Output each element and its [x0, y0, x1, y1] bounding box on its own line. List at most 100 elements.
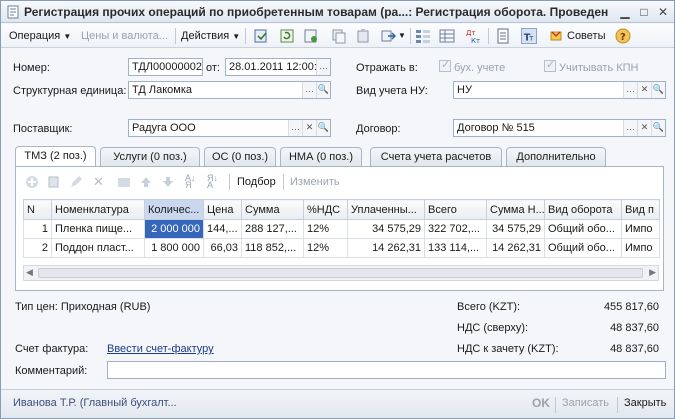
structure-icon[interactable] — [415, 28, 431, 44]
sort-desc-icon[interactable]: Я↓ А — [207, 174, 221, 190]
table-cell[interactable]: 2 000 000 — [144, 219, 204, 239]
table-cell[interactable]: Общий обо... — [544, 219, 622, 239]
number-field[interactable]: ТДЛ00000002 — [128, 58, 203, 76]
table-cell[interactable]: 14 262,31 — [486, 238, 545, 258]
table-cell[interactable]: Пленка пище... — [51, 219, 145, 239]
tab-intangibles[interactable]: НМА (0 поз.) — [280, 147, 362, 166]
contract-field[interactable]: Договор № 515 … ✕ 🔍 — [453, 119, 666, 137]
scroll-right-icon[interactable]: ▶ — [649, 267, 656, 278]
edit-button[interactable]: Изменить — [290, 176, 340, 188]
end-edit-icon[interactable] — [117, 175, 131, 189]
search-icon[interactable]: 🔍 — [651, 82, 665, 98]
search-icon[interactable]: 🔍 — [316, 120, 330, 136]
scrollbar-thumb[interactable] — [38, 268, 643, 278]
close-button[interactable]: Закрыть — [624, 397, 666, 409]
column-header[interactable]: Вид п — [621, 199, 660, 220]
actions-menu[interactable]: Действия ▼ — [181, 28, 240, 44]
select-button[interactable]: … — [623, 82, 637, 98]
structural-unit-field[interactable]: ТД Лакомка … 🔍 — [128, 81, 331, 99]
table-cell[interactable]: 12% — [303, 238, 348, 258]
column-header[interactable]: Сумма Н... — [486, 199, 545, 220]
add-row-icon[interactable] — [25, 175, 39, 189]
tax-accounting-icon[interactable]: Тт — [521, 28, 537, 44]
column-header[interactable]: %НДС — [303, 199, 348, 220]
table-cell[interactable]: 14 262,31 — [347, 238, 425, 258]
prices-currency-button[interactable]: Цены и валюта... — [81, 28, 168, 44]
table-cell[interactable]: 322 702,... — [424, 219, 487, 239]
column-header[interactable]: Вид оборота — [544, 199, 622, 220]
dt-kt-icon[interactable]: ДтКт — [465, 28, 481, 44]
horizontal-scrollbar[interactable]: ◀ ▶ — [23, 265, 659, 281]
tab-tmz[interactable]: ТМЗ (2 поз.) — [15, 146, 96, 167]
nu-accounting-field[interactable]: НУ … ✕ 🔍 — [453, 81, 666, 99]
paste-icon[interactable] — [355, 28, 371, 44]
refresh-icon[interactable] — [279, 28, 295, 44]
table-cell[interactable]: Поддон пласт... — [51, 238, 145, 258]
scroll-left-icon[interactable]: ◀ — [26, 267, 33, 278]
clear-icon[interactable]: ✕ — [637, 120, 651, 136]
table-cell[interactable]: 1 800 000 — [144, 238, 204, 258]
delete-row-icon[interactable]: ✕ — [93, 175, 107, 189]
clear-icon[interactable]: ✕ — [637, 82, 651, 98]
table-cell[interactable]: 2 — [23, 238, 52, 258]
edit-row-icon[interactable] — [69, 175, 83, 189]
table-cell[interactable]: Импо — [621, 219, 660, 239]
search-icon[interactable]: 🔍 — [651, 120, 665, 136]
minimize-icon[interactable]: ▁ — [618, 5, 632, 19]
go-to-icon[interactable] — [381, 28, 397, 44]
supplier-field[interactable]: Радуга ООО … ✕ 🔍 — [128, 119, 331, 137]
table-cell[interactable]: Импо — [621, 238, 660, 258]
select-button[interactable]: … — [302, 82, 316, 98]
chevron-down-icon[interactable]: ▼ — [398, 28, 406, 44]
help-icon[interactable]: ? — [615, 28, 631, 44]
table-cell[interactable]: 144,... — [203, 219, 242, 239]
write-button[interactable]: Записать — [562, 397, 609, 409]
table-cell[interactable]: 12% — [303, 219, 348, 239]
table-cell[interactable]: 133 114,... — [424, 238, 487, 258]
comment-field[interactable] — [107, 361, 666, 379]
search-icon[interactable]: 🔍 — [316, 82, 330, 98]
tab-settlement-accounts[interactable]: Счета учета расчетов — [370, 147, 502, 166]
column-header[interactable]: Цена — [203, 199, 242, 220]
move-up-icon[interactable] — [139, 175, 153, 189]
date-field[interactable]: 28.01.2011 12:00:01 … — [225, 58, 331, 76]
journal-icon[interactable] — [495, 28, 511, 44]
sort-asc-icon[interactable]: А↓ Я — [185, 174, 199, 190]
kpn-checkbox[interactable] — [544, 58, 556, 72]
copy-row-icon[interactable] — [47, 175, 61, 189]
tab-additional[interactable]: Дополнительно — [506, 147, 606, 166]
column-header[interactable]: Всего — [424, 199, 487, 220]
operation-menu[interactable]: Операция ▼ — [9, 28, 71, 44]
column-header[interactable]: Сумма — [241, 199, 304, 220]
tab-services[interactable]: Услуги (0 поз.) — [100, 147, 200, 166]
copy-icon[interactable] — [331, 28, 347, 44]
save-copy-icon[interactable] — [303, 28, 319, 44]
buh-checkbox[interactable] — [439, 58, 451, 72]
table-cell[interactable]: Общий обо... — [544, 238, 622, 258]
table-cell[interactable]: 1 — [23, 219, 52, 239]
column-header[interactable]: N — [23, 199, 52, 220]
table-cell[interactable]: 118 852,... — [241, 238, 304, 258]
column-header[interactable]: Количес... — [144, 199, 204, 220]
ok-button[interactable]: OK — [532, 396, 550, 410]
table-cell[interactable]: 66,03 — [203, 238, 242, 258]
movements-icon[interactable] — [439, 28, 455, 44]
select-button[interactable]: … — [623, 120, 637, 136]
calendar-button[interactable]: … — [316, 59, 330, 75]
column-header[interactable]: Номенклатура — [51, 199, 145, 220]
table-cell[interactable]: 34 575,29 — [486, 219, 545, 239]
enter-invoice-link[interactable]: Ввести счет-фактуру — [107, 343, 214, 355]
clear-icon[interactable]: ✕ — [302, 120, 316, 136]
tab-fixed-assets[interactable]: ОС (0 поз.) — [204, 147, 276, 166]
move-down-icon[interactable] — [161, 175, 175, 189]
select-button[interactable]: … — [288, 120, 302, 136]
table-cell[interactable]: 34 575,29 — [347, 219, 425, 239]
selection-button[interactable]: Подбор — [237, 176, 276, 188]
column-header[interactable]: Уплаченны... — [347, 199, 425, 220]
table-row[interactable]: 1 Пленка пище... 2 000 000 144,... 288 1… — [23, 219, 660, 239]
maximize-icon[interactable]: □ — [637, 5, 651, 19]
table-cell[interactable]: 288 127,... — [241, 219, 304, 239]
table-row[interactable]: 2 Поддон пласт... 1 800 000 66,03 118 85… — [23, 238, 660, 258]
post-document-icon[interactable] — [253, 28, 269, 44]
close-icon[interactable]: ✕ — [656, 5, 670, 19]
